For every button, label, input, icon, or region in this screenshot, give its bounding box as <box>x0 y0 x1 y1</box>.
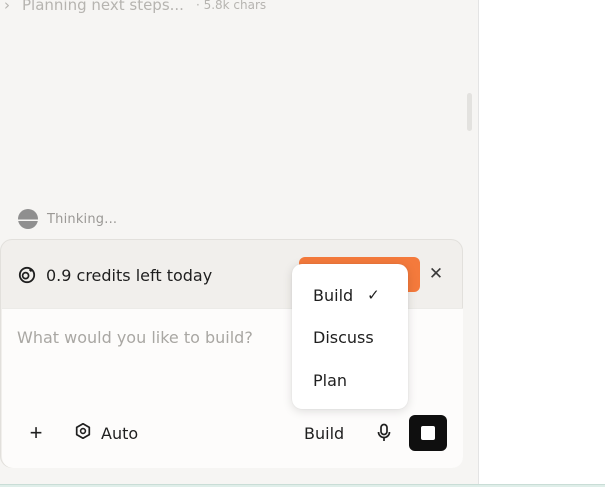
thinking-indicator: Thinking... <box>18 209 117 229</box>
plus-icon[interactable]: + <box>24 421 48 445</box>
prompt-input[interactable] <box>17 325 277 349</box>
planning-step-row[interactable]: › Planning next steps... · 5.8k chars <box>4 0 266 15</box>
model-label: Auto <box>101 423 139 443</box>
credits-text: 0.9 credits left today <box>46 265 213 285</box>
checkmark-icon: ✓ <box>367 286 380 304</box>
close-icon[interactable]: ✕ <box>426 263 446 285</box>
model-selector-button[interactable]: Auto <box>74 421 138 445</box>
menu-item-build[interactable]: Build ✓ <box>313 283 380 307</box>
menu-item-label: Discuss <box>313 327 374 347</box>
stop-button[interactable] <box>409 415 447 451</box>
menu-item-discuss[interactable]: Discuss <box>313 325 374 349</box>
mode-dropdown-menu: Build ✓ Discuss Plan <box>292 264 408 409</box>
hexagon-icon <box>74 422 92 444</box>
preview-panel <box>478 0 605 484</box>
mode-selector-button[interactable]: Build <box>304 421 344 445</box>
credits-banner: 0.9 credits left today <box>17 264 212 286</box>
planning-step-meta: · 5.8k chars <box>195 0 267 12</box>
menu-item-plan[interactable]: Plan <box>313 368 347 392</box>
credits-coin-icon <box>17 265 37 285</box>
thinking-sphere-icon <box>18 209 38 229</box>
stop-icon <box>421 426 435 440</box>
planning-step-label: Planning next steps... <box>22 0 184 14</box>
microphone-icon[interactable] <box>373 421 395 445</box>
menu-item-label: Build <box>313 285 354 305</box>
chevron-right-icon: › <box>4 0 10 14</box>
thinking-label: Thinking... <box>47 211 118 227</box>
chat-scrollbar-thumb[interactable] <box>467 93 472 131</box>
menu-item-label: Plan <box>313 370 348 390</box>
